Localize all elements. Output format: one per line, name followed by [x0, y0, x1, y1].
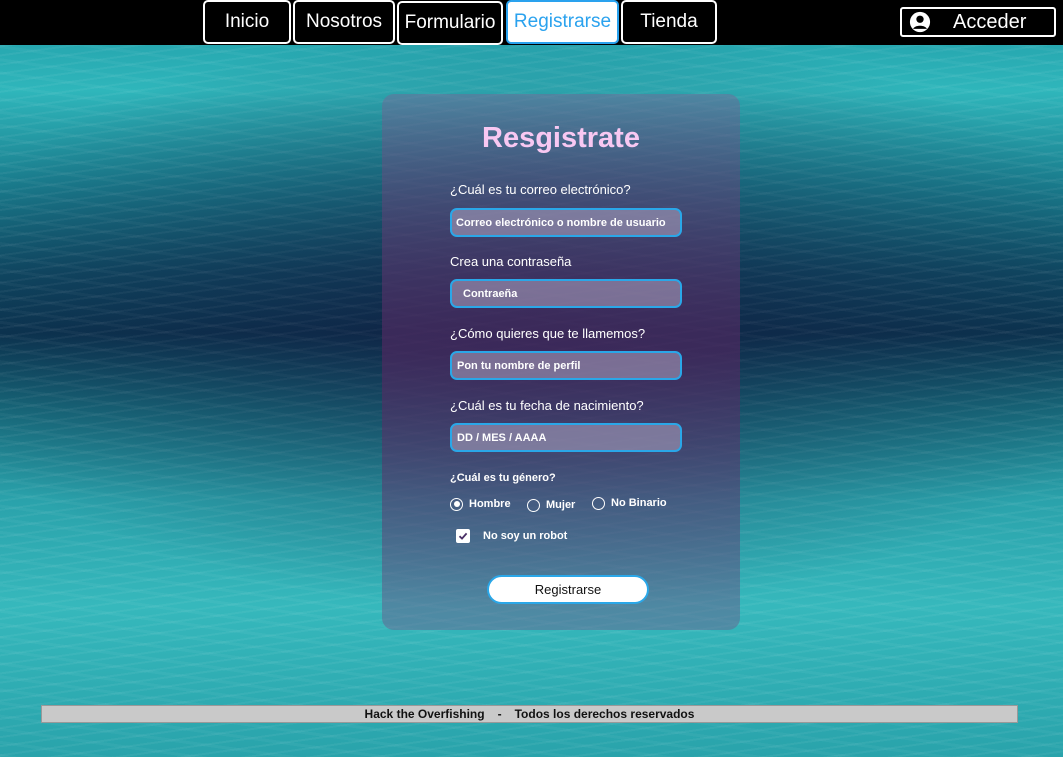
- footer-brand: Hack the Overfishing: [364, 707, 485, 721]
- radio-empty-icon: [592, 496, 605, 510]
- nav-tab-tienda[interactable]: Tienda: [621, 0, 717, 44]
- login-button[interactable]: Acceder: [900, 7, 1056, 37]
- checkbox-checked-icon: [456, 529, 470, 543]
- footer-rights: Todos los derechos reservados: [514, 707, 695, 721]
- gender-label: ¿Cuál es tu género?: [450, 472, 556, 484]
- top-navigation-bar: Inicio Nosotros Formulario Registrarse T…: [0, 0, 1063, 45]
- password-label: Crea una contraseña: [450, 254, 572, 269]
- radio-empty-icon: [527, 498, 540, 512]
- footer-separator: -: [497, 707, 502, 721]
- nav-tab-inicio[interactable]: Inicio: [203, 0, 291, 44]
- robot-checkbox-label: No soy un robot: [483, 530, 568, 542]
- email-label: ¿Cuál es tu correo electrónico?: [450, 182, 631, 197]
- footer: Hack the Overfishing - Todos los derecho…: [41, 705, 1018, 723]
- nav-tab-formulario[interactable]: Formulario: [397, 1, 503, 45]
- gender-option-label: No Binario: [611, 497, 667, 509]
- profile-name-label: ¿Cómo quieres que te llamemos?: [450, 326, 646, 341]
- login-label: Acceder: [953, 10, 1027, 33]
- user-circle-icon: [909, 11, 931, 33]
- register-submit-button[interactable]: Registrarse: [487, 575, 649, 604]
- form-title: Resgistrate: [482, 122, 640, 154]
- gender-option-mujer[interactable]: Mujer: [527, 497, 575, 513]
- gender-option-label: Hombre: [469, 498, 511, 510]
- birthdate-label: ¿Cuál es tu fecha de nacimiento?: [450, 398, 644, 413]
- profile-name-field[interactable]: Pon tu nombre de perfil: [450, 351, 682, 380]
- nav-tab-nosotros[interactable]: Nosotros: [293, 0, 395, 44]
- email-field[interactable]: Correo electrónico o nombre de usuario: [450, 208, 682, 237]
- nav-tab-registrarse[interactable]: Registrarse: [506, 0, 619, 44]
- gender-option-no-binario[interactable]: No Binario: [592, 495, 667, 511]
- gender-option-hombre[interactable]: Hombre: [450, 496, 511, 512]
- birthdate-field[interactable]: DD / MES / AAAA: [450, 423, 682, 452]
- gender-option-label: Mujer: [546, 499, 576, 511]
- radio-selected-icon: [450, 497, 463, 511]
- password-field[interactable]: Contraeña: [450, 279, 682, 308]
- robot-checkbox[interactable]: No soy un robot: [456, 529, 567, 543]
